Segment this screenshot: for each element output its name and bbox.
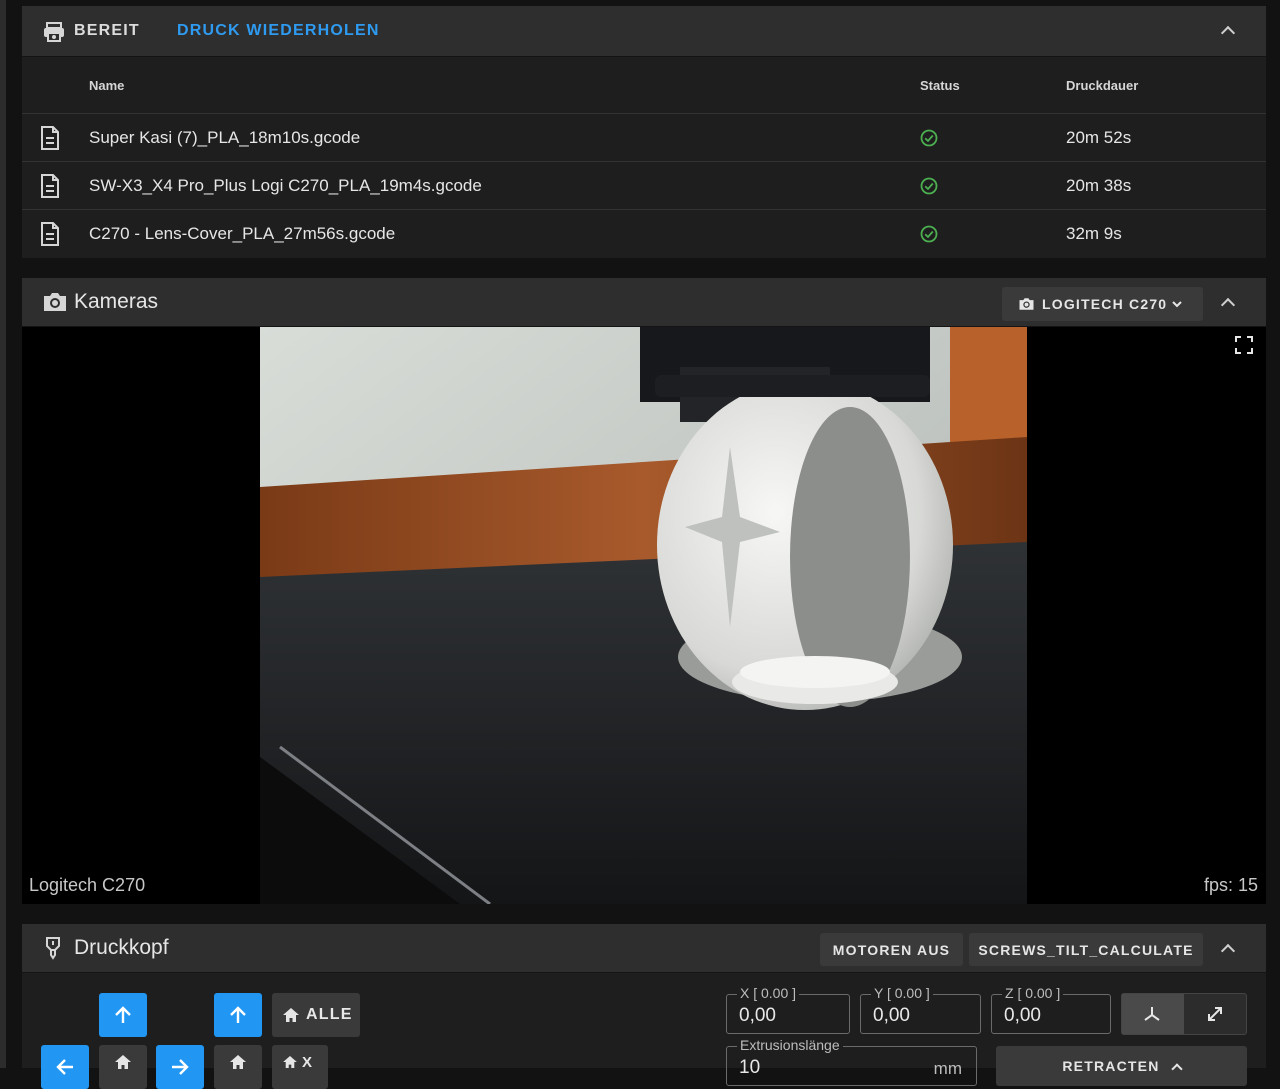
file-document-icon <box>41 174 59 198</box>
collapse-history-icon[interactable] <box>1220 25 1236 41</box>
extrusion-length-value: 10 <box>739 1057 761 1078</box>
camera-panel: Kameras Logitech C270 <box>22 278 1266 904</box>
camera-frame-image <box>260 327 1027 904</box>
reprint-button[interactable]: Druck wiederholen <box>177 22 380 40</box>
camera-panel-title: Kameras <box>74 290 159 313</box>
x-position-field[interactable]: X [ 0.00 ] 0,00 <box>726 985 850 1034</box>
arrow-expand-icon <box>1208 1007 1222 1021</box>
home-z-button[interactable] <box>214 1045 262 1089</box>
print-duration: 20m 52s <box>1066 128 1132 147</box>
print-duration: 20m 38s <box>1066 176 1132 195</box>
file-name: C270 - Lens-Cover_PLA_27m56s.gcode <box>89 224 396 243</box>
z-position-value: 0,00 <box>1004 1005 1041 1026</box>
arrow-up-icon <box>230 1006 246 1023</box>
z-position-label: Z [ 0.00 ] <box>1002 985 1064 1001</box>
home-icon <box>115 1055 131 1069</box>
axis-arrows-icon <box>1144 1007 1160 1021</box>
retract-button[interactable]: Retracten <box>996 1046 1247 1086</box>
column-header-duration[interactable]: Druckdauer <box>1066 78 1138 93</box>
motors-off-button[interactable]: Motoren aus <box>820 933 963 966</box>
camera-name-overlay: Logitech C270 <box>29 875 146 895</box>
x-position-label: X [ 0.00 ] <box>737 985 800 1001</box>
home-icon <box>283 1008 299 1022</box>
y-position-label: Y [ 0.00 ] <box>871 985 933 1001</box>
chevron-down-icon <box>1172 301 1182 308</box>
extrusion-length-unit: mm <box>933 1059 962 1078</box>
column-header-status[interactable]: Status <box>920 78 960 93</box>
success-check-icon <box>920 177 938 195</box>
screws-tilt-calculate-label: SCREWS_TILT_CALCULATE <box>978 942 1194 958</box>
toolhead-panel-title: Druckkopf <box>74 936 169 959</box>
camera-stream[interactable]: Logitech C270 fps: 15 <box>22 327 1266 904</box>
table-row[interactable]: C270 - Lens-Cover_PLA_27m56s.gcode 32m 9… <box>22 209 1266 258</box>
screws-tilt-calculate-button[interactable]: SCREWS_TILT_CALCULATE <box>969 933 1203 966</box>
file-document-icon <box>41 222 59 246</box>
move-x-plus-button[interactable] <box>156 1045 204 1089</box>
collapse-toolhead-icon[interactable] <box>1220 943 1236 959</box>
success-check-icon <box>920 129 938 147</box>
home-icon <box>230 1055 246 1069</box>
file-name: Super Kasi (7)_PLA_18m10s.gcode <box>89 128 361 147</box>
file-name: SW-X3_X4 Pro_Plus Logi C270_PLA_19m4s.gc… <box>89 176 482 195</box>
file-document-icon <box>41 126 59 150</box>
success-check-icon <box>920 225 938 243</box>
arrow-left-icon <box>56 1059 73 1075</box>
printer-status-label: Bereit <box>74 22 140 39</box>
extrusion-length-field[interactable]: Extrusionslänge 10 mm <box>726 1037 977 1086</box>
y-position-value: 0,00 <box>873 1005 910 1026</box>
printer-icon <box>44 22 64 42</box>
table-row[interactable]: Super Kasi (7)_PLA_18m10s.gcode 20m 52s <box>22 113 1266 162</box>
camera-fps-overlay: fps: 15 <box>1203 875 1258 895</box>
camera-icon <box>1019 298 1034 310</box>
camera-icon <box>44 293 66 311</box>
y-position-field[interactable]: Y [ 0.00 ] 0,00 <box>860 985 981 1034</box>
z-position-field[interactable]: Z [ 0.00 ] 0,00 <box>991 985 1111 1034</box>
toolhead-header: Druckkopf Motoren aus SCREWS_TILT_CALCUL… <box>22 924 1266 973</box>
move-y-plus-button[interactable] <box>99 993 147 1037</box>
chevron-up-icon <box>1170 1063 1183 1075</box>
camera-select-button[interactable]: Logitech C270 <box>1002 287 1203 321</box>
arrow-right-icon <box>172 1059 189 1075</box>
x-position-value: 0,00 <box>739 1005 776 1026</box>
column-header-name[interactable]: Name <box>89 78 124 93</box>
home-x-button[interactable]: X <box>272 1045 328 1089</box>
print-duration: 32m 9s <box>1066 224 1122 243</box>
position-mode-toggle[interactable] <box>1121 993 1247 1035</box>
arrow-up-icon <box>115 1006 131 1023</box>
print-history-header: Bereit Druck wiederholen <box>22 6 1266 57</box>
home-y-button[interactable] <box>99 1045 147 1089</box>
home-x-label: X <box>302 1054 313 1071</box>
camera-select-label: Logitech C270 <box>1042 296 1168 312</box>
extrusion-length-label: Extrusionslänge <box>737 1037 843 1053</box>
motors-off-label: Motoren aus <box>832 942 951 958</box>
print-history-panel: Bereit Druck wiederholen Name Status Dru… <box>22 6 1266 258</box>
table-row[interactable]: SW-X3_X4 Pro_Plus Logi C270_PLA_19m4s.gc… <box>22 161 1266 210</box>
collapse-camera-icon[interactable] <box>1220 297 1236 313</box>
retract-label: Retracten <box>1062 1058 1160 1074</box>
home-icon <box>283 1056 297 1068</box>
move-z-up-button[interactable] <box>214 993 262 1037</box>
home-all-label: Alle <box>306 1006 353 1023</box>
home-all-button[interactable]: Alle <box>272 993 360 1037</box>
toolhead-panel: Druckkopf Motoren aus SCREWS_TILT_CALCUL… <box>22 924 1266 1089</box>
left-edge <box>0 0 6 1068</box>
toolhead-nozzle-icon <box>46 937 60 960</box>
move-x-minus-button[interactable] <box>41 1045 89 1089</box>
fullscreen-icon[interactable] <box>1235 336 1253 354</box>
camera-header: Kameras Logitech C270 <box>22 278 1266 327</box>
